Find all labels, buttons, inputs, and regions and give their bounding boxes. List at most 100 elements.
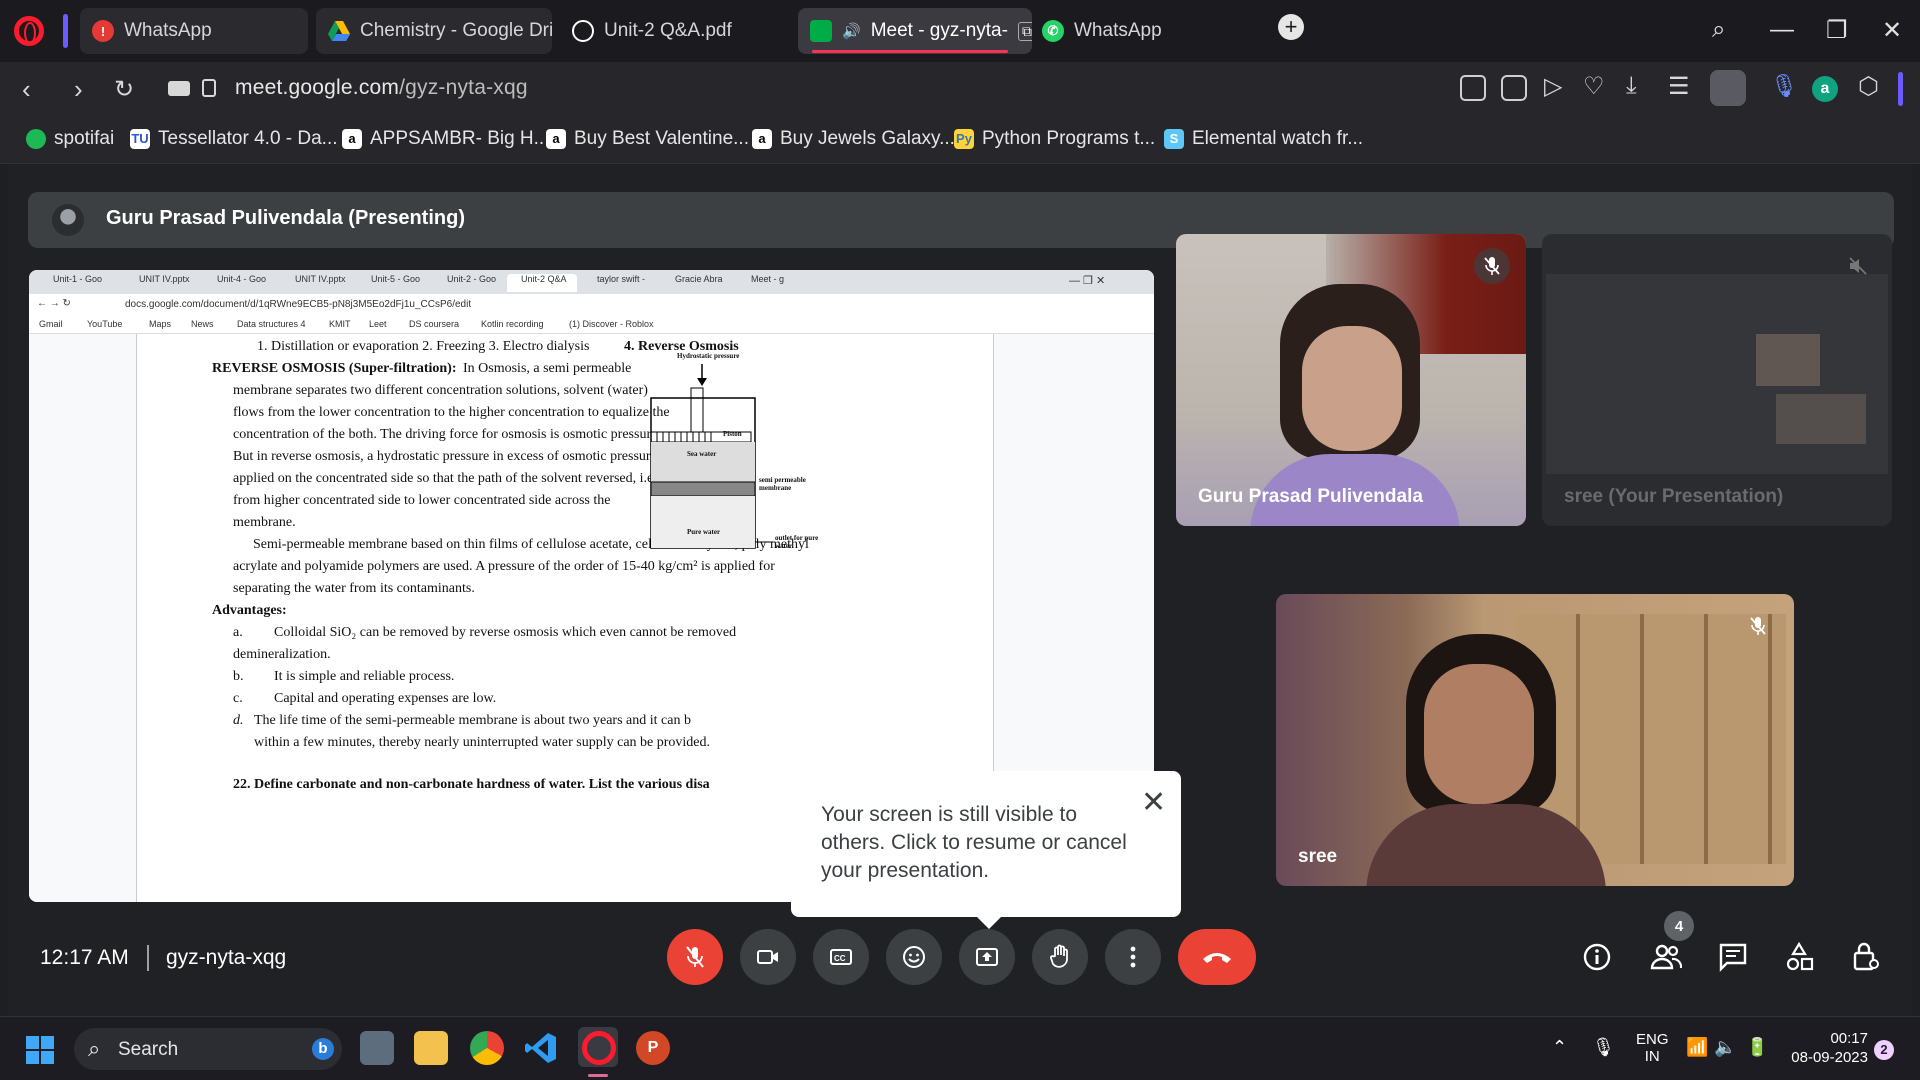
speaker-icon: 🔊 bbox=[842, 23, 861, 40]
heart-icon[interactable]: ♡ bbox=[1583, 72, 1605, 101]
active-app-indicator bbox=[588, 1074, 608, 1077]
shared-bookmark: YouTube bbox=[87, 319, 123, 329]
whatsapp-icon: ✆ bbox=[1042, 20, 1064, 42]
sidebar-indicator bbox=[1898, 72, 1903, 106]
shared-bookmark: Leet bbox=[369, 319, 387, 329]
video-tile-your-presentation[interactable]: sree (Your Presentation) bbox=[1542, 234, 1892, 526]
diagram-label-outlet: outlet for pure water bbox=[775, 534, 819, 550]
popup-message: Your screen is still visible to others. … bbox=[821, 803, 1127, 882]
download-icon[interactable]: ⤓ bbox=[1626, 72, 1637, 100]
bookmark-python[interactable]: Py Python Programs t... bbox=[954, 128, 1155, 150]
mic-tray-icon[interactable]: 🎙 bbox=[1592, 1037, 1615, 1058]
captions-button[interactable]: CC bbox=[813, 929, 869, 985]
present-screen-button[interactable] bbox=[959, 929, 1015, 985]
powerpoint-icon[interactable]: P bbox=[636, 1031, 670, 1065]
chat-icon[interactable] bbox=[1718, 942, 1748, 979]
bookmark-appsambr[interactable]: a APPSAMBR- Big H... bbox=[342, 128, 550, 150]
people-icon[interactable] bbox=[1650, 942, 1683, 979]
bookmark-label: Elemental watch fr... bbox=[1192, 128, 1364, 149]
presenter-title: Guru Prasad Pulivendala (Presenting) bbox=[106, 207, 465, 229]
tab-whatsapp-1[interactable]: ! WhatsApp bbox=[80, 8, 308, 54]
volume-icon[interactable]: 🔈 bbox=[1714, 1037, 1736, 1058]
system-clock[interactable]: 00:17 08-09-2023 bbox=[1784, 1029, 1868, 1067]
s-icon: S bbox=[1164, 129, 1184, 149]
activities-icon[interactable] bbox=[1784, 941, 1814, 979]
drive-icon bbox=[328, 20, 350, 42]
meeting-details-icon[interactable] bbox=[1582, 942, 1612, 979]
doc-adv-text: within a few minutes, thereby nearly uni… bbox=[254, 735, 711, 750]
more-options-button[interactable] bbox=[1105, 929, 1161, 985]
bookmark-tessellator[interactable]: TU Tessellator 4.0 - Da... bbox=[130, 128, 338, 150]
reload-icon[interactable]: ↻ bbox=[114, 75, 134, 104]
taskbar-search[interactable]: ⌕ Search b bbox=[74, 1028, 342, 1070]
raise-hand-button[interactable] bbox=[1032, 929, 1088, 985]
lock-icon[interactable] bbox=[202, 79, 216, 97]
close-icon[interactable]: ✕ bbox=[1141, 785, 1166, 820]
tab-unit2-pdf[interactable]: Unit-2 Q&A.pdf bbox=[560, 8, 790, 54]
shared-bookmark: Gmail bbox=[39, 319, 63, 329]
windows-start-icon[interactable] bbox=[26, 1036, 54, 1064]
meeting-clock: 12:17 AM bbox=[40, 946, 129, 969]
new-tab-plus-icon[interactable]: + bbox=[1278, 14, 1304, 40]
shared-tab: Unit-5 - Goo bbox=[371, 274, 421, 284]
tu-icon: TU bbox=[130, 129, 150, 149]
mic-toggle-button[interactable] bbox=[667, 929, 723, 985]
file-explorer-icon[interactable] bbox=[414, 1031, 448, 1065]
battery-icon[interactable]: 🔋 bbox=[1746, 1037, 1768, 1058]
url-host: meet.google.com bbox=[235, 76, 400, 99]
snapshot-icon[interactable] bbox=[1501, 75, 1527, 101]
play-icon[interactable]: ▷ bbox=[1544, 72, 1562, 101]
minimize-icon[interactable]: — bbox=[1770, 16, 1794, 44]
extensions-cube-icon[interactable]: ⬡ bbox=[1858, 72, 1879, 101]
bing-icon: b bbox=[312, 1038, 334, 1060]
back-icon[interactable]: ‹ bbox=[22, 74, 31, 105]
doc-line: applied on the concentrated side so that… bbox=[233, 471, 661, 486]
wifi-icon[interactable]: 📶 bbox=[1686, 1037, 1708, 1058]
muted-mic-icon bbox=[1474, 248, 1510, 284]
doc-line: from higher concentrated side to lower c… bbox=[233, 493, 611, 508]
doc-line: But in reverse osmosis, a hydrostatic pr… bbox=[233, 449, 670, 464]
chevron-up-icon[interactable]: ⌃ bbox=[1552, 1037, 1567, 1058]
shared-tab: UNIT IV.pptx bbox=[295, 274, 346, 284]
video-tile-guru[interactable]: Guru Prasad Pulivendala bbox=[1176, 234, 1526, 526]
url-field[interactable]: meet.google.com/gyz-nyta-xqg bbox=[235, 76, 528, 100]
host-controls-icon[interactable] bbox=[1852, 940, 1880, 979]
language-code: ENG bbox=[1636, 1031, 1669, 1048]
language-indicator[interactable]: ENG IN bbox=[1636, 1031, 1669, 1065]
tab-whatsapp-2[interactable]: ✆ WhatsApp bbox=[1030, 8, 1200, 54]
clock-date: 08-09-2023 bbox=[1791, 1049, 1868, 1066]
search-tabs-icon[interactable]: ⌕ bbox=[1712, 16, 1725, 44]
forward-icon[interactable]: › bbox=[74, 74, 83, 105]
tab-chemistry-drive[interactable]: Chemistry - Google Driv bbox=[316, 8, 552, 54]
bookmark-spotifai[interactable]: spotifai bbox=[26, 128, 114, 150]
bookmark-elemental[interactable]: S Elemental watch fr... bbox=[1164, 128, 1363, 150]
restore-icon[interactable]: ❐ bbox=[1826, 16, 1848, 45]
easy-setup-icon[interactable]: ☰ bbox=[1668, 72, 1690, 101]
chrome-icon[interactable] bbox=[470, 1031, 504, 1065]
opera-logo-icon[interactable] bbox=[14, 16, 44, 46]
tab-meet[interactable]: 🔊 Meet - gyz-nyta- ⧉ bbox=[798, 8, 1032, 54]
share-page-icon[interactable] bbox=[1460, 75, 1486, 101]
emoji-reactions-button[interactable] bbox=[886, 929, 942, 985]
presentation-reminder-popup[interactable]: Your screen is still visible to others. … bbox=[791, 771, 1181, 929]
doc-line: membrane separates two different concent… bbox=[233, 383, 648, 398]
bookmark-jewels[interactable]: a Buy Jewels Galaxy... bbox=[752, 128, 955, 150]
camera-toggle-button[interactable] bbox=[740, 929, 796, 985]
aria-icon[interactable]: a bbox=[1812, 76, 1838, 102]
mic-icon[interactable]: 🎙 bbox=[1770, 73, 1798, 99]
camera-in-use-icon[interactable] bbox=[168, 81, 190, 96]
video-tile-sree[interactable]: sree bbox=[1276, 594, 1794, 886]
doc-line: flows from the lower concentration to th… bbox=[233, 405, 670, 420]
shared-tab: Unit-4 - Goo bbox=[217, 274, 267, 284]
doc-adv-text: It is simple and reliable process. bbox=[274, 669, 455, 684]
diagram-label-pure: Pure water bbox=[687, 528, 721, 536]
muted-audio-icon bbox=[1840, 248, 1876, 284]
leave-call-button[interactable] bbox=[1178, 929, 1256, 985]
close-window-icon[interactable]: ✕ bbox=[1882, 16, 1902, 45]
notification-badge[interactable]: 2 bbox=[1874, 1040, 1894, 1060]
profile-icon[interactable] bbox=[1710, 70, 1746, 106]
calculator-icon[interactable] bbox=[360, 1031, 394, 1065]
vscode-icon[interactable] bbox=[524, 1031, 558, 1065]
opera-icon[interactable] bbox=[582, 1031, 616, 1065]
bookmark-valentine[interactable]: a Buy Best Valentine... bbox=[546, 128, 749, 150]
